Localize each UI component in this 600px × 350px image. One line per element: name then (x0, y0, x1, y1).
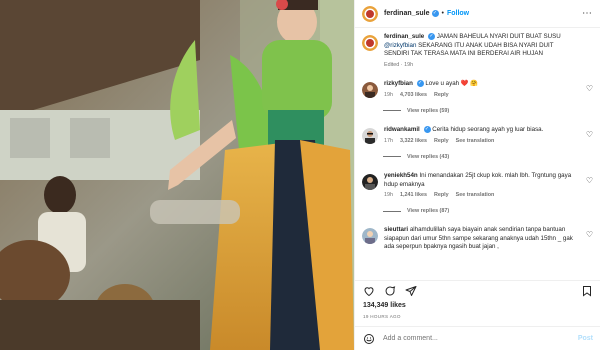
comment-composer: Add a comment... Post (355, 326, 600, 350)
reply-button[interactable]: Reply (434, 138, 449, 144)
post-photo[interactable] (0, 0, 354, 350)
caption: ferdinan_sule ✓ JAMAN BAHEULA NYARI DUIT… (355, 33, 600, 68)
comment-text: Cerita hidup seorang ayah yg luar biasa. (432, 126, 544, 134)
post-timestamp: 19 HOURS AGO (363, 314, 401, 319)
post-comment-button[interactable]: Post (578, 335, 593, 342)
comment-username[interactable]: ridwankamil (384, 126, 420, 133)
author-username[interactable]: ferdinan_sule (384, 10, 430, 17)
comment-likes[interactable]: 1,241 likes (400, 192, 427, 198)
comment-item: yeniekh54n Ini menandakan 25jt ckup kok.… (355, 172, 600, 198)
comment-time: 19h (384, 91, 393, 98)
comment-item: ridwankamil ✓ Cerita hidup seorang ayah … (355, 125, 600, 144)
bookmark-icon[interactable] (581, 285, 593, 297)
commenter-avatar[interactable] (362, 173, 378, 190)
reply-button[interactable]: Reply (434, 92, 449, 98)
reply-button[interactable]: Reply (434, 192, 449, 198)
verified-icon: ✓ (416, 79, 424, 87)
separator-dot: • (441, 10, 444, 17)
comment-text: alhamdulillah saya biayain anak sendiria… (384, 226, 573, 251)
view-replies-label[interactable]: View replies (87) (407, 208, 449, 214)
view-replies-label[interactable]: View replies (59) (407, 108, 449, 114)
view-replies-label[interactable]: View replies (43) (407, 154, 449, 160)
comment-time: 17h (384, 137, 393, 144)
likes-count[interactable]: 134,349 likes (363, 302, 406, 309)
comment-item: sieuttari alhamdulillah saya biayain ana… (355, 226, 600, 252)
action-bar (355, 280, 600, 300)
author-avatar[interactable] (362, 35, 378, 51)
view-replies-button[interactable]: View replies (59) (383, 108, 600, 114)
share-icon[interactable] (405, 285, 417, 297)
comment-time: 19h (384, 192, 393, 199)
caption-text: JAMAN BAHEULA NYARI DUIT BUAT SUSU (436, 33, 561, 41)
caption-mention[interactable]: @rizkyfbian (384, 42, 416, 49)
comment-username[interactable]: sieuttari (384, 226, 408, 233)
comment-likes[interactable]: 4,703 likes (400, 92, 427, 98)
see-translation-button[interactable]: See translation (456, 138, 495, 144)
follow-button[interactable]: Follow (447, 10, 469, 17)
verified-icon: ✓ (423, 125, 431, 133)
comments-list[interactable]: ferdinan_sule ✓ JAMAN BAHEULA NYARI DUIT… (355, 30, 600, 276)
author-avatar[interactable] (362, 5, 378, 22)
comment-like-icon[interactable]: ♡ (586, 176, 593, 185)
emoji-icon[interactable] (363, 333, 375, 345)
add-comment-input[interactable]: Add a comment... (383, 335, 578, 342)
post-header: ferdinan_sule ✓ • Follow ⋯ (355, 0, 600, 28)
verified-icon: ✓ (431, 10, 439, 17)
comment-likes[interactable]: 3,322 likes (400, 138, 427, 144)
comment-text: Love u ayah ❤️ 🤗 (425, 80, 478, 88)
comment-item: rizkyfbian ✓ Love u ayah ❤️ 🤗 19h 4,703 … (355, 79, 600, 98)
caption-username[interactable]: ferdinan_sule (384, 33, 424, 40)
comment-like-icon[interactable]: ♡ (586, 84, 593, 93)
commenter-avatar[interactable] (362, 228, 378, 245)
see-translation-button[interactable]: See translation (456, 192, 495, 198)
view-replies-button[interactable]: View replies (87) (383, 208, 600, 214)
commenter-avatar[interactable] (362, 81, 378, 98)
comment-username[interactable]: rizkyfbian (384, 80, 413, 87)
view-replies-button[interactable]: View replies (43) (383, 154, 600, 160)
commenter-avatar[interactable] (362, 127, 378, 144)
comment-username[interactable]: yeniekh54n (384, 172, 418, 179)
caption-meta: Edited · 19h (384, 61, 414, 68)
dancer-photo-illustration (0, 0, 354, 350)
verified-icon: ✓ (427, 33, 435, 40)
comment-icon[interactable] (384, 285, 396, 297)
heart-icon[interactable] (363, 285, 375, 297)
comment-like-icon[interactable]: ♡ (586, 130, 593, 139)
post-details-panel: ferdinan_sule ✓ • Follow ⋯ ferdinan_sule… (354, 0, 600, 350)
comment-like-icon[interactable]: ♡ (586, 230, 593, 239)
more-options-icon[interactable]: ⋯ (582, 8, 593, 19)
